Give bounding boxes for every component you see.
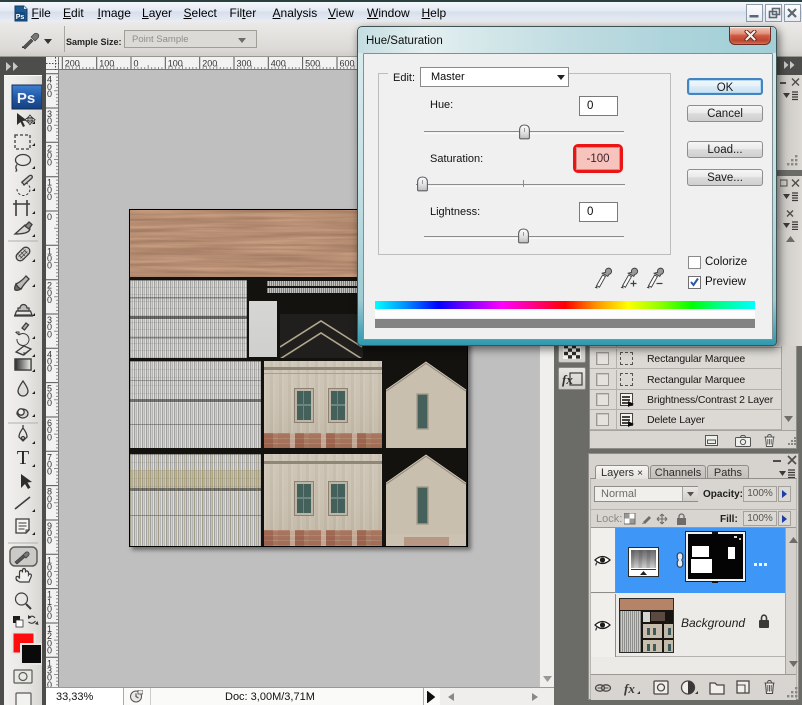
svg-text:0: 0 <box>47 329 52 339</box>
svg-text:0: 0 <box>47 535 52 545</box>
svg-text:0: 0 <box>47 295 52 305</box>
svg-text:0: 0 <box>47 577 52 587</box>
svg-text:fx: fx <box>624 681 635 696</box>
svg-text:500: 500 <box>305 59 320 69</box>
svg-text:0: 0 <box>47 501 52 511</box>
svg-text:100: 100 <box>168 59 183 69</box>
svg-text:0: 0 <box>47 611 52 621</box>
svg-text:200: 200 <box>202 59 217 69</box>
svg-text:200: 200 <box>65 59 80 69</box>
svg-text:0: 0 <box>47 212 52 222</box>
svg-text:T: T <box>17 447 29 469</box>
svg-text:0: 0 <box>47 158 52 168</box>
svg-text:0: 0 <box>47 192 52 202</box>
svg-text:600: 600 <box>340 59 355 69</box>
svg-text:0: 0 <box>47 467 52 477</box>
svg-text:0: 0 <box>47 646 52 656</box>
svg-text:0: 0 <box>47 123 52 133</box>
svg-text:0: 0 <box>134 59 139 69</box>
svg-text:fx: fx <box>562 372 573 387</box>
svg-text:0: 0 <box>47 680 52 687</box>
svg-text:0: 0 <box>47 261 52 271</box>
svg-text:Ps: Ps <box>17 90 35 107</box>
svg-text:0: 0 <box>47 364 52 374</box>
svg-text:0: 0 <box>47 432 52 442</box>
svg-text:Ps: Ps <box>16 14 25 21</box>
svg-text:400: 400 <box>271 59 286 69</box>
svg-text:0: 0 <box>47 89 52 99</box>
svg-text:100: 100 <box>99 59 114 69</box>
svg-text:0: 0 <box>47 398 52 408</box>
svg-text:300: 300 <box>237 59 252 69</box>
